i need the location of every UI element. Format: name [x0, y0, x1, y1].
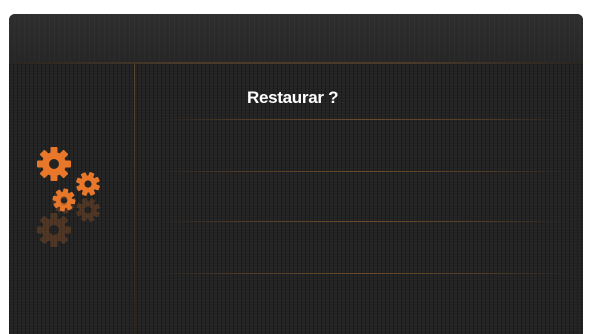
dialog-title: Restaurar ?	[247, 88, 339, 107]
menu-row-separator	[159, 221, 569, 222]
top-bar	[9, 14, 583, 63]
menu-row-separator	[159, 273, 569, 274]
menu-row-separator	[159, 119, 569, 120]
sidebar-divider	[134, 64, 135, 334]
menu-row-separator	[159, 171, 569, 172]
gears-icon	[37, 147, 104, 247]
